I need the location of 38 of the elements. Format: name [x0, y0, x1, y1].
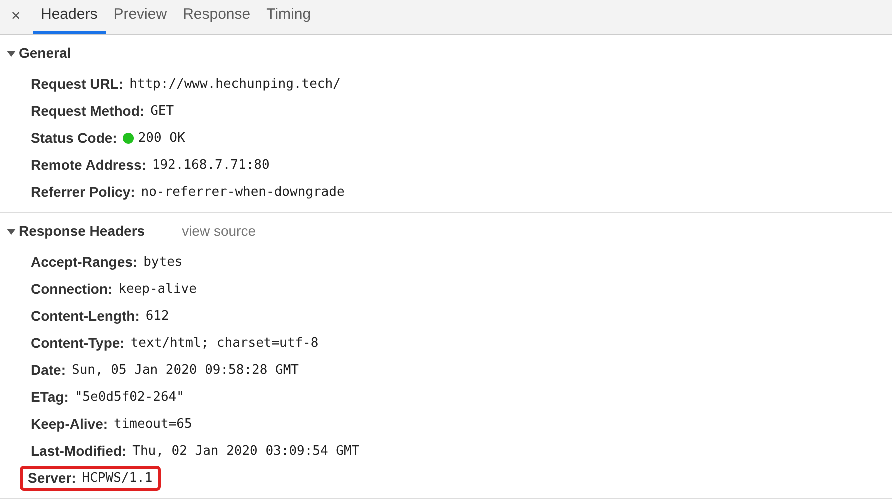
header-name: Status Code: [31, 129, 118, 148]
header-value: keep-alive [118, 280, 197, 299]
header-name: Request Method: [31, 102, 145, 121]
header-value: Sun, 05 Jan 2020 09:58:28 GMT [72, 362, 299, 380]
header-value: 612 [146, 308, 170, 326]
header-value: bytes [144, 254, 183, 272]
header-name: Remote Address: [31, 156, 146, 175]
header-value: text/html; charset=utf-8 [130, 334, 319, 353]
header-name: Keep-Alive: [31, 415, 108, 434]
header-name: Request URL: [31, 75, 124, 94]
header-value: "5e0d5f02-264" [74, 388, 184, 407]
header-name: Content-Length: [31, 307, 140, 326]
view-source-link[interactable]: view source [182, 220, 256, 242]
collapse-triangle-icon [7, 226, 16, 236]
tab[interactable]: Timing [258, 0, 320, 34]
section-header[interactable]: Response Headers [7, 220, 146, 242]
tab[interactable]: Response [175, 0, 259, 34]
header-name: Accept-Ranges: [31, 253, 138, 272]
collapse-triangle-icon [7, 48, 16, 58]
close-button[interactable]: × [8, 0, 24, 34]
header-name: Server: [28, 469, 76, 488]
header-value: http://www.hechunping.tech/ [130, 76, 341, 94]
header-name: Referrer Policy: [31, 183, 136, 202]
header-value: GET [150, 102, 174, 121]
header-name: Last-Modified: [31, 442, 127, 461]
header-name: ETag: [31, 388, 69, 407]
header-value: 200 OK [138, 130, 186, 148]
header-name: Date: [31, 361, 66, 380]
tab[interactable]: Preview [106, 0, 176, 34]
header-value: Thu, 02 Jan 2020 03:09:54 GMT [132, 442, 360, 461]
header-name: Content-Type: [31, 334, 125, 353]
section-header[interactable]: General [7, 42, 72, 64]
header-value: HCPWS/1.1 [82, 470, 153, 488]
header-name: Connection: [31, 280, 113, 299]
header-value: no-referrer-when-downgrade [141, 184, 345, 202]
tab[interactable]: Headers [33, 0, 106, 34]
header-value: 192.168.7.71:80 [152, 156, 270, 175]
header-value: timeout=65 [114, 416, 192, 434]
